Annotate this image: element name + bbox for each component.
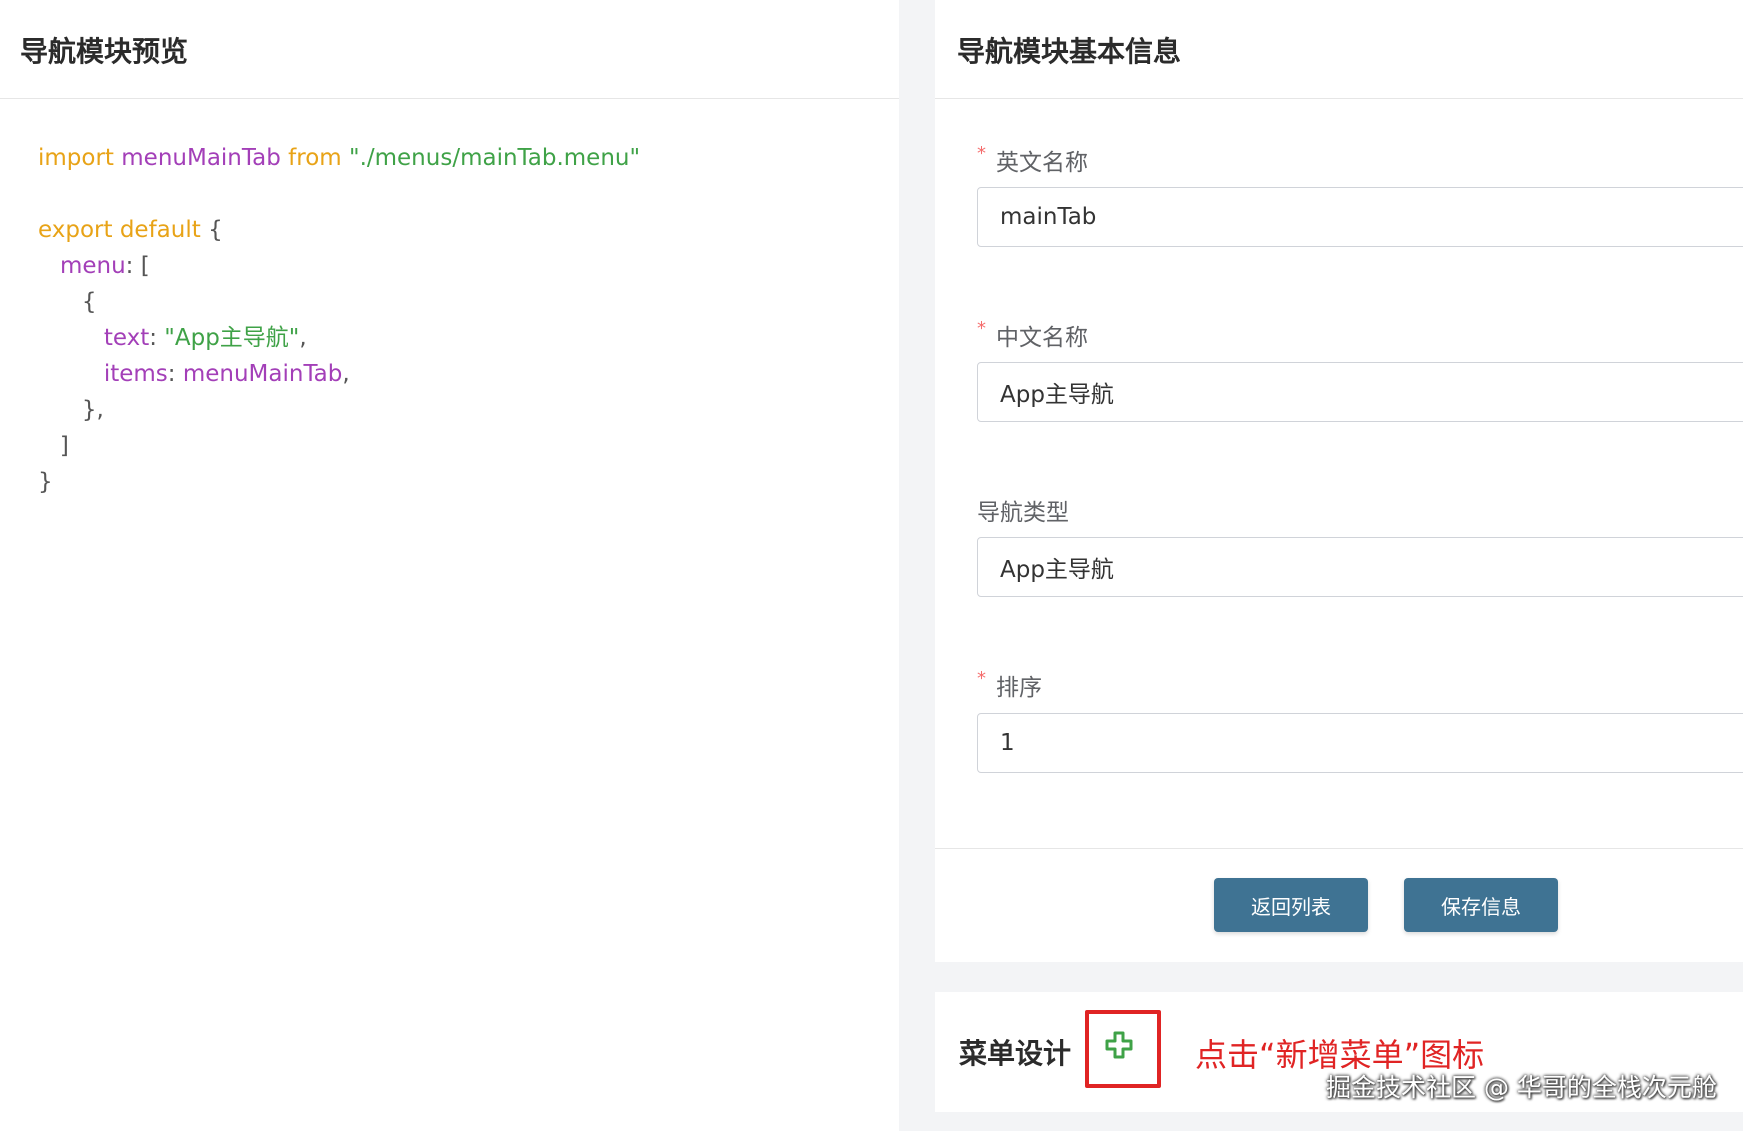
field-label-chinese-name: * 中文名称 bbox=[977, 318, 1088, 351]
code-line: items: menuMainTab, bbox=[103, 361, 350, 387]
chinese-name-input[interactable] bbox=[977, 362, 1743, 422]
preview-title: 导航模块预览 bbox=[20, 35, 189, 68]
nav-type-input[interactable] bbox=[977, 537, 1743, 597]
basic-info-divider bbox=[935, 98, 1743, 99]
code-line: { bbox=[38, 289, 97, 315]
watermark: 掘金技术社区 @ 华哥的全栈次元舱 bbox=[1326, 1073, 1717, 1102]
code-line: }, bbox=[38, 397, 104, 423]
menu-design-title: 菜单设计 bbox=[959, 1037, 1072, 1070]
plus-icon[interactable] bbox=[1104, 1030, 1134, 1060]
basic-info-title: 导航模块基本信息 bbox=[957, 35, 1182, 68]
code-line: export default { bbox=[38, 217, 223, 243]
basic-info-panel: 导航模块基本信息 *英文名称 *中文名称 导航类型 *排序 返回列表 保存信息 bbox=[935, 0, 1743, 962]
preview-panel: 导航模块预览 import menuMainTab from "./menus/… bbox=[0, 0, 899, 1131]
code-line: import menuMainTab from "./menus/mainTab… bbox=[38, 145, 641, 171]
form-footer-divider bbox=[935, 848, 1743, 849]
save-info-button[interactable]: 保存信息 bbox=[1404, 878, 1558, 932]
field-label-sort: * 排序 bbox=[977, 668, 1042, 701]
code-line: } bbox=[38, 469, 53, 495]
preview-divider bbox=[0, 98, 899, 99]
sort-input[interactable] bbox=[977, 713, 1743, 773]
english-name-input[interactable] bbox=[977, 187, 1743, 247]
code-line: menu: [ bbox=[59, 253, 150, 279]
code-preview: import menuMainTab from "./menus/mainTab… bbox=[38, 140, 640, 500]
back-to-list-button[interactable]: 返回列表 bbox=[1214, 878, 1368, 932]
field-label-nav-type: 导航类型 bbox=[977, 500, 1069, 526]
field-label-english-name: * 英文名称 bbox=[977, 143, 1088, 176]
code-line: ] bbox=[38, 433, 69, 459]
code-line: text: "App主导航", bbox=[103, 325, 307, 351]
